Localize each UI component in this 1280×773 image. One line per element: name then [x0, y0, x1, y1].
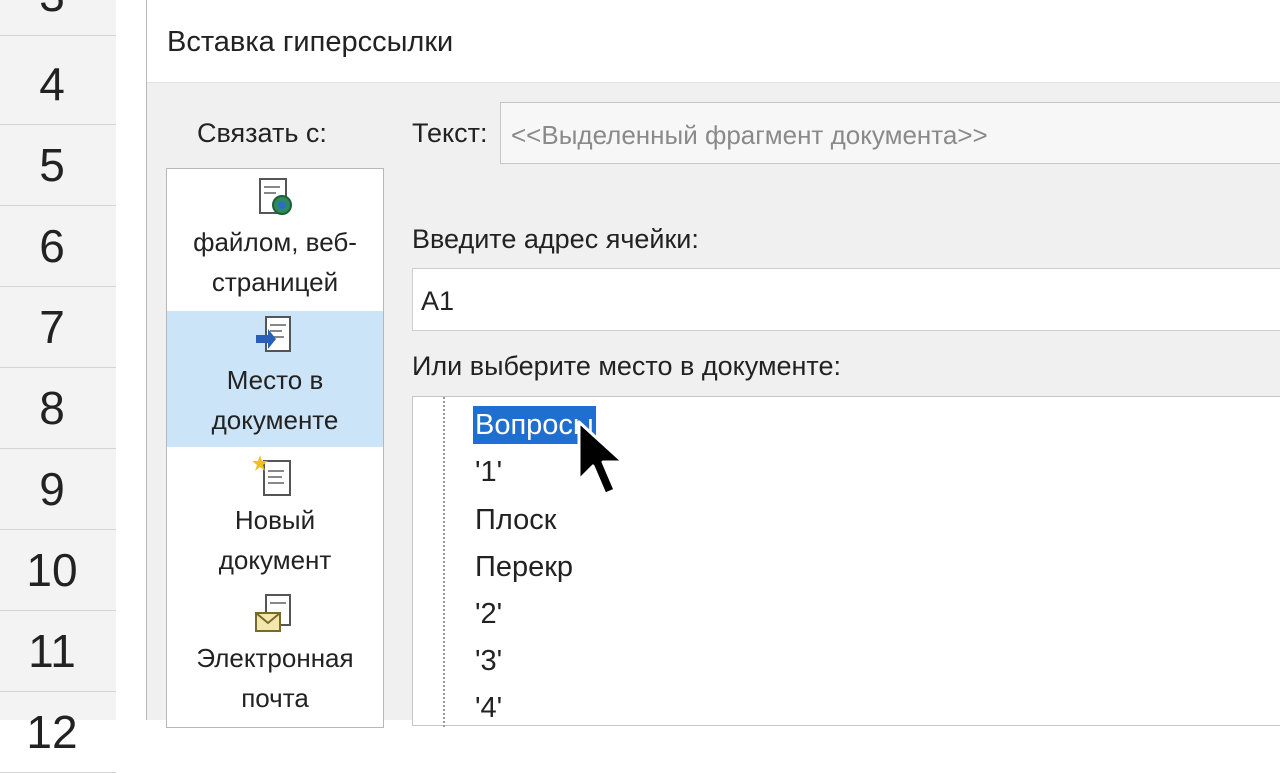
- sidebar-item-label: документе: [211, 405, 339, 435]
- place-in-document-icon: [256, 316, 291, 352]
- sidebar-item-label: файлом, веб-: [193, 227, 357, 257]
- row-header-11[interactable]: 11: [0, 611, 116, 692]
- email-icon: [255, 594, 291, 632]
- sidebar-item-new-document[interactable]: Новый документ: [167, 451, 383, 587]
- cell-address-label: Введите адрес ячейки:: [412, 224, 699, 254]
- sidebar-item-label: документ: [218, 545, 332, 575]
- row-header-6[interactable]: 6: [0, 206, 116, 287]
- row-header-4[interactable]: 4: [0, 44, 116, 125]
- link-to-label: Связать с:: [197, 118, 327, 148]
- row-headers: 3 4 5 6 7 8 9 10 11 12: [0, 0, 117, 773]
- tree-item[interactable]: Плоск: [473, 501, 558, 539]
- sheet-grid: [116, 0, 147, 720]
- text-label: Текст:: [412, 118, 488, 148]
- row-header-5[interactable]: 5: [0, 125, 116, 206]
- sidebar-item-file-web[interactable]: файлом, веб- страницей: [167, 173, 383, 309]
- new-document-icon: [252, 455, 291, 496]
- row-header-7[interactable]: 7: [0, 287, 116, 368]
- sidebar-item-label: почта: [241, 683, 309, 713]
- tree-item[interactable]: '1': [473, 453, 504, 491]
- row-header-10[interactable]: 10: [0, 530, 116, 611]
- sidebar-item-label: страницей: [211, 267, 339, 297]
- link-to-sidebar: файлом, веб- страницей Место в документе: [166, 168, 384, 728]
- row-header-8[interactable]: 8: [0, 368, 116, 449]
- document-place-tree[interactable]: Вопросы '1' Плоск Перекр '2' '3' '4': [412, 396, 1280, 727]
- tree-guide-line: [443, 397, 445, 727]
- display-text-input[interactable]: <<Выделенный фрагмент документа>>: [500, 102, 1280, 164]
- file-web-icon: [259, 178, 292, 215]
- mouse-cursor-icon: [577, 420, 625, 496]
- sidebar-item-label: Электронная: [196, 643, 354, 673]
- row-header-9[interactable]: 9: [0, 449, 116, 530]
- cell-address-input[interactable]: A1: [412, 268, 1280, 331]
- dialog-title-bar[interactable]: Вставка гиперссылки: [147, 0, 1280, 83]
- row-header-12[interactable]: 12: [0, 692, 116, 773]
- insert-hyperlink-dialog: Вставка гиперссылки Связать с: файлом, в…: [146, 0, 1280, 728]
- place-in-document-label: Или выберите место в документе:: [412, 351, 842, 381]
- sidebar-item-place-in-document[interactable]: Место в документе: [167, 311, 383, 447]
- tree-item[interactable]: '2': [473, 595, 504, 633]
- tree-item[interactable]: Перекр: [473, 548, 575, 586]
- tree-item[interactable]: '4': [473, 689, 504, 727]
- row-header-3[interactable]: 3: [0, 0, 116, 36]
- dialog-title: Вставка гиперссылки: [167, 26, 454, 58]
- sidebar-item-email[interactable]: Электронная почта: [167, 589, 383, 725]
- sidebar-item-label: Место в: [226, 365, 324, 395]
- sidebar-item-label: Новый: [234, 505, 316, 535]
- tree-item[interactable]: '3': [473, 642, 504, 680]
